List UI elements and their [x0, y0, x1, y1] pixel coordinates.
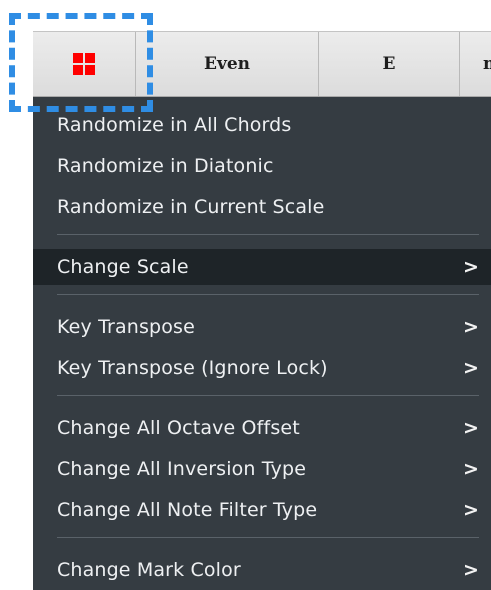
menu-item-randomize-all-chords[interactable]: Randomize in All Chords	[33, 107, 491, 143]
menu-item-label: Randomize in Diatonic	[57, 155, 274, 177]
menu-item-label: Randomize in All Chords	[57, 114, 292, 136]
grid-icon	[73, 53, 95, 75]
menu-toggle-button[interactable]	[33, 32, 136, 96]
submenu-arrow-icon: >	[463, 559, 480, 581]
chord-toolbar: Even E m7	[33, 31, 491, 97]
menu-item-change-all-note-filter-type[interactable]: Change All Note Filter Type >	[33, 492, 491, 528]
rhythm-label: Even	[203, 54, 250, 74]
key-label: E	[382, 54, 396, 74]
chord-type-label: m7	[483, 54, 491, 74]
menu-item-randomize-current-scale[interactable]: Randomize in Current Scale	[33, 189, 491, 225]
submenu-arrow-icon: >	[463, 256, 480, 278]
submenu-arrow-icon: >	[463, 316, 480, 338]
submenu-arrow-icon: >	[463, 458, 480, 480]
menu-item-label: Key Transpose (Ignore Lock)	[57, 357, 328, 379]
submenu-arrow-icon: >	[463, 357, 480, 379]
menu-separator	[57, 537, 479, 538]
submenu-arrow-icon: >	[463, 417, 480, 439]
menu-item-change-all-inversion-type[interactable]: Change All Inversion Type >	[33, 451, 491, 487]
menu-separator	[57, 395, 479, 396]
menu-separator	[57, 294, 479, 295]
chord-type-cell[interactable]: m7	[460, 32, 491, 96]
menu-item-label: Randomize in Current Scale	[57, 196, 325, 218]
rhythm-cell[interactable]: Even	[136, 32, 319, 96]
menu-item-change-all-octave-offset[interactable]: Change All Octave Offset >	[33, 410, 491, 446]
menu-item-change-mark-color[interactable]: Change Mark Color >	[33, 552, 491, 588]
menu-item-label: Change Mark Color	[57, 559, 241, 581]
menu-item-label: Change Scale	[57, 256, 189, 278]
menu-item-key-transpose[interactable]: Key Transpose >	[33, 309, 491, 345]
menu-item-key-transpose-ignore-lock[interactable]: Key Transpose (Ignore Lock) >	[33, 350, 491, 386]
key-cell[interactable]: E	[319, 32, 460, 96]
menu-item-label: Change All Inversion Type	[57, 458, 307, 480]
menu-item-label: Key Transpose	[57, 316, 195, 338]
menu-item-randomize-diatonic[interactable]: Randomize in Diatonic	[33, 148, 491, 184]
menu-separator	[57, 234, 479, 235]
menu-item-change-scale[interactable]: Change Scale >	[33, 249, 491, 285]
submenu-arrow-icon: >	[463, 499, 480, 521]
context-menu: Randomize in All Chords Randomize in Dia…	[33, 97, 491, 590]
menu-item-label: Change All Octave Offset	[57, 417, 300, 439]
menu-item-label: Change All Note Filter Type	[57, 499, 318, 521]
